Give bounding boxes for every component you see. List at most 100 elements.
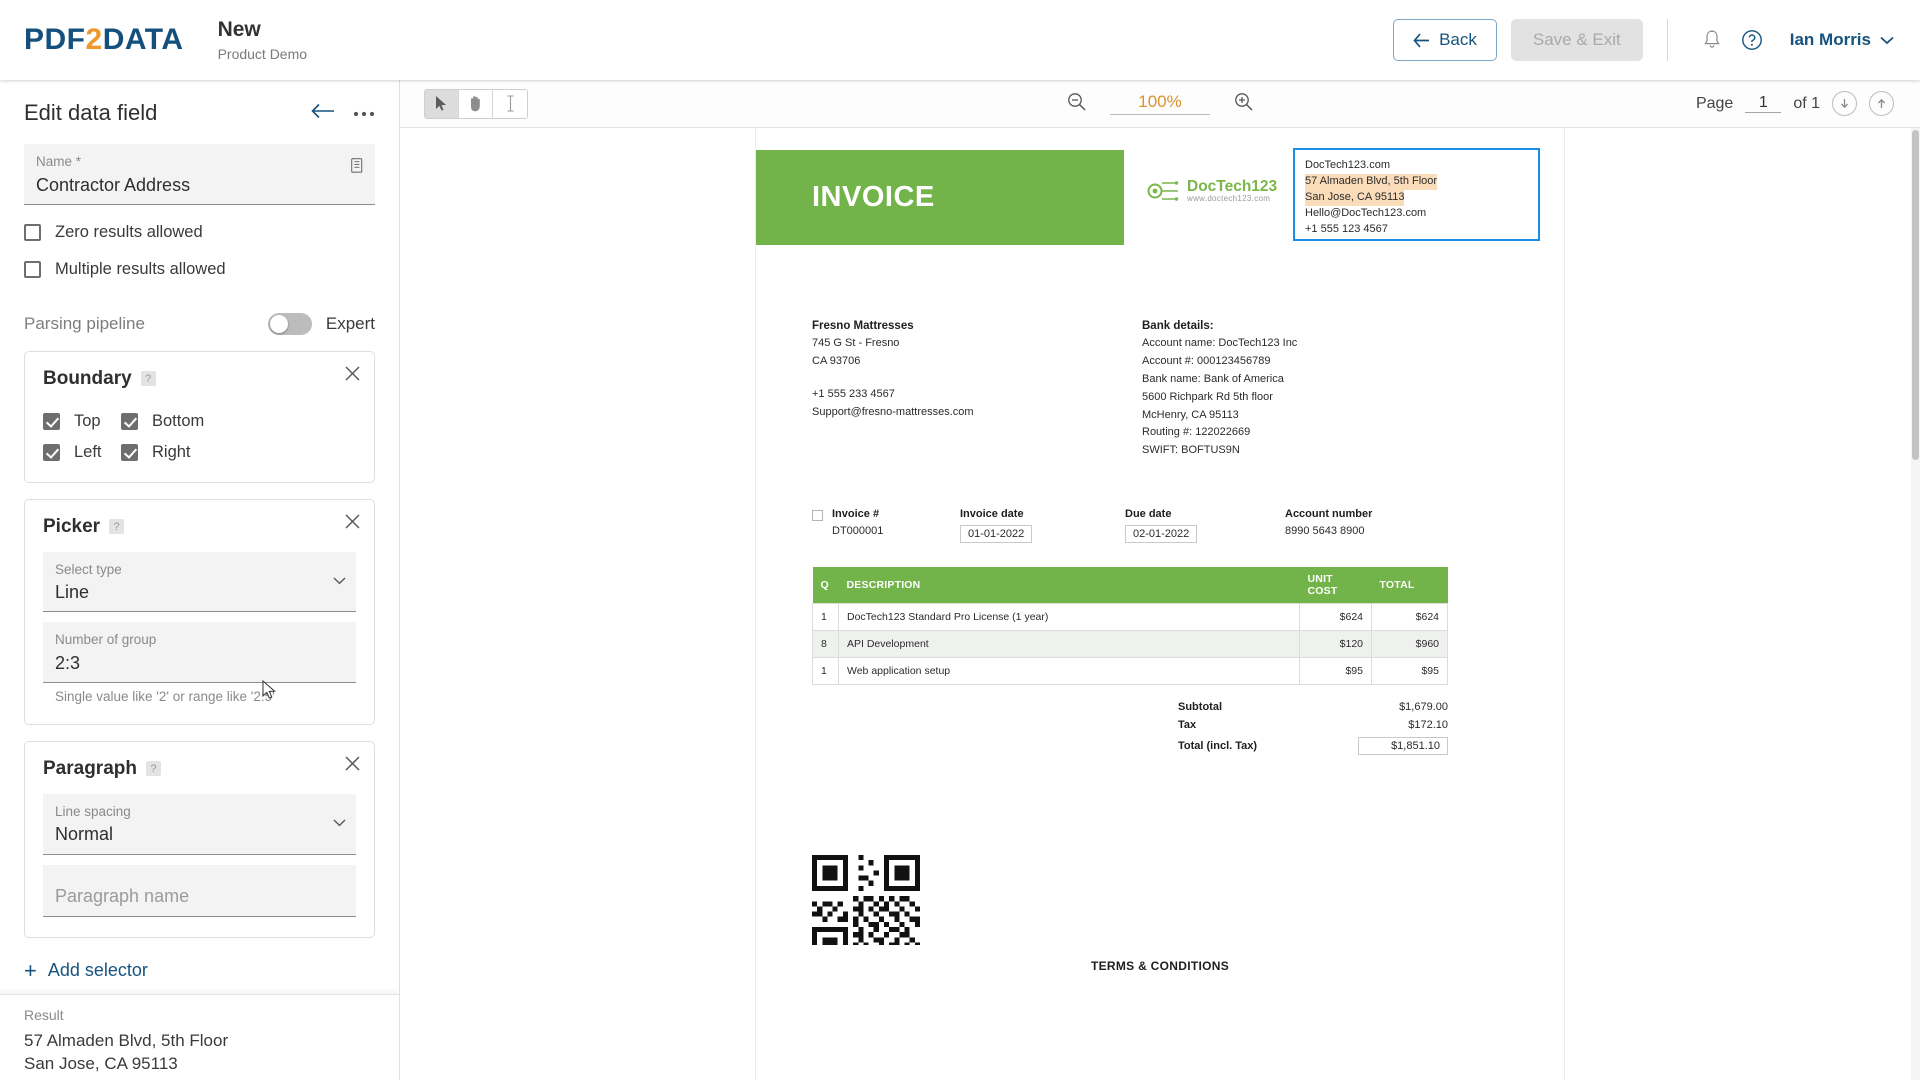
invoice-heading: INVOICE [812, 181, 935, 213]
panel-back-button[interactable] [311, 103, 335, 124]
picker-help-icon[interactable]: ? [109, 519, 125, 535]
copy-icon[interactable] [351, 158, 365, 180]
highlight-span: San Jose, CA 95113 [1305, 189, 1405, 206]
multiple-results-label: Multiple results allowed [55, 259, 226, 278]
viewer-scrollbar[interactable] [1911, 128, 1920, 1080]
page-number-input[interactable] [1745, 94, 1782, 113]
due-date-label: Due date [1125, 508, 1172, 521]
zero-results-checkbox[interactable]: Zero results allowed [24, 223, 375, 242]
help-button[interactable] [1732, 20, 1772, 60]
line-items-table: Q DESCRIPTION UNIT COST TOTAL 1 DocTech1… [812, 567, 1448, 686]
boundary-top-label: Top [74, 411, 101, 430]
picker-group-label: Number of group [55, 632, 157, 648]
column-header-quantity: Q [812, 567, 839, 604]
page-label: Page [1695, 94, 1734, 112]
bank-line: SWIFT: BOFTUS9N [1142, 444, 1240, 457]
checkbox-box [43, 443, 60, 461]
boundary-left-label: Left [74, 442, 102, 461]
zoom-in-button[interactable] [1234, 92, 1253, 116]
save-and-exit-button[interactable]: Save & Exit [1510, 19, 1643, 61]
paragraph-remove-button[interactable] [345, 756, 360, 776]
table-row: 8 API Development $120 $960 [812, 630, 1448, 659]
logo-part-pdf: PDF [24, 23, 86, 56]
mouse-cursor [262, 680, 276, 699]
table-row: 1 Web application setup $95 $95 [812, 657, 1448, 686]
back-button[interactable]: Back [1393, 19, 1497, 61]
invoice-number-value: DT000001 [832, 525, 884, 538]
next-page-button[interactable] [1869, 91, 1894, 116]
close-icon [345, 756, 360, 771]
paragraph-name-field[interactable]: Paragraph name [43, 864, 356, 917]
expert-toggle[interactable]: Expert [267, 312, 375, 335]
select-tool-button[interactable] [425, 89, 459, 118]
scrollbar-thumb[interactable] [1912, 130, 1919, 460]
chevron-down-icon [1880, 36, 1894, 44]
app-logo[interactable]: PDF2DATA [24, 23, 184, 57]
zoom-out-button[interactable] [1067, 92, 1086, 116]
paragraph-help-icon[interactable]: ? [145, 761, 161, 777]
chevron-down-icon [333, 572, 346, 590]
zoom-level-input[interactable]: 100% [1110, 92, 1210, 115]
meta-checkbox [812, 510, 823, 522]
paragraph-title-row: Paragraph ? [43, 758, 356, 780]
user-menu[interactable]: Ian Morris [1790, 30, 1894, 50]
bank-details-title: Bank details: [1142, 320, 1214, 332]
bank-line: Bank name: Bank of America [1142, 373, 1284, 386]
vendor-url: www.doctech123.com [1187, 194, 1271, 204]
tax-row: Tax $172.10 [812, 719, 1448, 731]
cell-quantity: 8 [812, 630, 839, 659]
boundary-left-checkbox[interactable]: Left [43, 443, 121, 462]
highlight-span: 57 Almaden Blvd, 5th Floor [1305, 173, 1438, 190]
viewer-tool-group [424, 88, 528, 119]
page-navigation: Page of 1 [1696, 91, 1920, 116]
invoice-number-cell: Invoice # DT000001 [832, 508, 960, 537]
cell-quantity: 1 [812, 603, 839, 632]
parsing-pipeline-label: Parsing pipeline [24, 313, 145, 333]
paragraph-title: Paragraph [43, 757, 137, 779]
panel-header-actions [311, 103, 375, 124]
boundary-right-checkbox[interactable]: Right [121, 443, 356, 462]
document-subtitle: Product Demo [217, 45, 308, 62]
boundary-bottom-checkbox[interactable]: Bottom [121, 412, 356, 431]
selection-line-highlighted: 57 Almaden Blvd, 5th Floor [1305, 173, 1528, 190]
page-title: Edit data field [24, 100, 158, 125]
notifications-button[interactable] [1692, 20, 1732, 60]
zero-results-label: Zero results allowed [55, 222, 203, 241]
picker-remove-button[interactable] [345, 514, 360, 534]
pdf-page: INVOICE DocTech123 www.doctech123.com Do… [756, 128, 1564, 1080]
text-tool-button[interactable] [493, 89, 527, 118]
bank-line: Account #: 000123456789 [1142, 355, 1271, 368]
viewer-toolbar: 100% Page of 1 [400, 80, 1920, 128]
add-selector-button[interactable]: + Add selector [0, 938, 399, 982]
previous-page-button[interactable] [1832, 91, 1857, 116]
line-spacing-select[interactable]: Line spacing Normal [43, 793, 356, 855]
bill-to-address-1: 745 G St - Fresno [812, 337, 900, 350]
selection-line: DocTech123.com [1305, 159, 1390, 171]
bell-icon [1704, 30, 1720, 48]
panel-more-button[interactable] [353, 104, 375, 122]
boundary-help-icon[interactable]: ? [140, 371, 156, 387]
selection-box[interactable]: DocTech123.com 57 Almaden Blvd, 5th Floo… [1293, 148, 1540, 241]
boundary-top-checkbox[interactable]: Top [43, 412, 121, 431]
boundary-remove-button[interactable] [345, 366, 360, 386]
edit-data-field-panel: Edit data field Name * Contractor Addres… [0, 80, 400, 1080]
plus-icon: + [24, 957, 37, 983]
bill-to-email: Support@fresno-mattresses.com [812, 405, 974, 418]
picker-group-field[interactable]: Number of group 2:3 [43, 622, 356, 683]
name-field[interactable]: Name * Contractor Address [24, 144, 375, 205]
hand-icon [471, 96, 480, 112]
zoom-in-icon [1235, 92, 1253, 111]
picker-group-value: 2:3 [55, 652, 81, 673]
cell-total: $95 [1371, 657, 1448, 686]
subtotal-label: Subtotal [1178, 701, 1222, 714]
pdf-canvas-area[interactable]: INVOICE DocTech123 www.doctech123.com Do… [400, 128, 1920, 1080]
cell-unit-cost: $95 [1299, 657, 1372, 686]
bank-line: Routing #: 122022669 [1142, 426, 1251, 439]
arrow-up-circle-icon [1877, 98, 1886, 108]
cell-description: DocTech123 Standard Pro License (1 year) [838, 603, 1300, 632]
pan-tool-button[interactable] [459, 89, 493, 118]
picker-type-label: Select type [55, 561, 122, 577]
picker-type-select[interactable]: Select type Line [43, 551, 356, 613]
multiple-results-checkbox[interactable]: Multiple results allowed [24, 260, 375, 279]
pdf-viewer: 100% Page of 1 [400, 80, 1920, 1080]
